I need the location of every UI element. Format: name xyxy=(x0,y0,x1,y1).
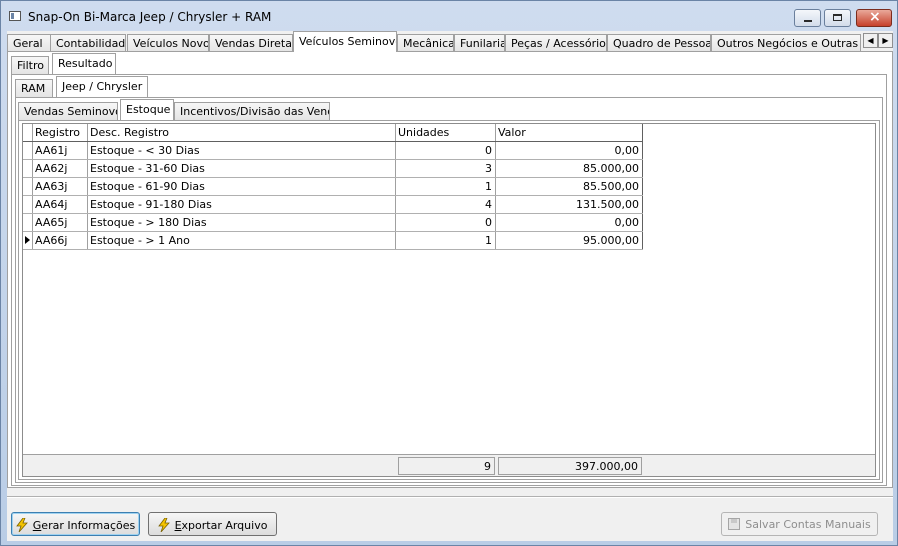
table-row-current[interactable]: AA66j Estoque - > 1 Ano 1 95.000,00 xyxy=(23,232,643,250)
row-indicator[interactable] xyxy=(23,196,33,213)
exportar-mnemonic: E xyxy=(174,519,182,532)
exportar-arquivo-button[interactable]: Exportar Arquivo xyxy=(148,512,277,536)
row-indicator[interactable] xyxy=(23,214,33,231)
chevron-right-icon: ▶ xyxy=(882,36,889,45)
descricao-cell[interactable]: Estoque - > 1 Ano xyxy=(88,232,396,249)
gerar-informacoes-button[interactable]: Gerar Informações xyxy=(11,512,140,536)
tab-mecanica[interactable]: Mecânica xyxy=(397,34,454,52)
descricao-cell[interactable]: Estoque - 91-180 Dias xyxy=(88,196,396,213)
seminovos-panel: Filtro Resultado RAM Jeep / Chrysler Ven… xyxy=(7,51,893,488)
registro-cell[interactable]: AA65j xyxy=(33,214,88,231)
tab-resultado[interactable]: Resultado xyxy=(52,53,116,74)
close-icon: × xyxy=(869,9,881,25)
lightning-bolt-icon xyxy=(157,518,170,532)
tab-jeep-chrysler[interactable]: Jeep / Chrysler xyxy=(56,76,148,97)
unidades-cell[interactable]: 1 xyxy=(396,178,496,195)
total-unidades: 9 xyxy=(398,457,495,475)
tab-pecas-acessorios[interactable]: Peças / Acessórios xyxy=(505,34,607,52)
close-button[interactable]: × xyxy=(856,9,892,27)
tab-veiculos-seminovos[interactable]: Veículos Seminovos xyxy=(293,31,397,52)
save-icon xyxy=(728,518,741,530)
gerar-label: erar Informações xyxy=(41,519,136,532)
tab-estoque[interactable]: Estoque xyxy=(120,99,174,120)
tab-filtro[interactable]: Filtro xyxy=(11,56,49,74)
registro-cell[interactable]: AA61j xyxy=(33,142,88,159)
table-row[interactable]: AA64j Estoque - 91-180 Dias 4 131.500,00 xyxy=(23,196,643,214)
unidades-cell[interactable]: 0 xyxy=(396,142,496,159)
client-area: Geral Contabilidade Veículos Novos Venda… xyxy=(7,31,893,541)
minimize-button[interactable] xyxy=(794,9,821,27)
table-row[interactable]: AA62j Estoque - 31-60 Dias 3 85.000,00 xyxy=(23,160,643,178)
tab-scroll-right-button[interactable]: ▶ xyxy=(878,33,893,48)
app-window: Snap-On Bi-Marca Jeep / Chrysler + RAM ×… xyxy=(0,0,898,546)
row-indicator[interactable] xyxy=(23,232,33,249)
action-bar-separator xyxy=(7,496,893,498)
tab-scroll-left-button[interactable]: ◀ xyxy=(863,33,878,48)
tab-contabilidade[interactable]: Contabilidade xyxy=(50,34,126,52)
window-title: Snap-On Bi-Marca Jeep / Chrysler + RAM xyxy=(28,10,272,24)
unidades-cell[interactable]: 4 xyxy=(396,196,496,213)
registro-cell[interactable]: AA63j xyxy=(33,178,88,195)
unidades-cell[interactable]: 0 xyxy=(396,214,496,231)
valor-cell[interactable]: 85.500,00 xyxy=(496,178,643,195)
valor-cell[interactable]: 0,00 xyxy=(496,214,643,231)
valor-cell[interactable]: 85.000,00 xyxy=(496,160,643,177)
descricao-cell[interactable]: Estoque - 31-60 Dias xyxy=(88,160,396,177)
table-row[interactable]: AA63j Estoque - 61-90 Dias 1 85.500,00 xyxy=(23,178,643,196)
column-header-desc-registro[interactable]: Desc. Registro xyxy=(88,124,396,141)
descricao-cell[interactable]: Estoque - < 30 Dias xyxy=(88,142,396,159)
tab-veiculos-novos[interactable]: Veículos Novos xyxy=(127,34,209,52)
descricao-cell[interactable]: Estoque - > 180 Dias xyxy=(88,214,396,231)
minimize-icon xyxy=(804,20,812,22)
row-indicator-header xyxy=(23,124,33,141)
tab-ram[interactable]: RAM xyxy=(15,79,53,97)
estoque-grid[interactable]: Registro Desc. Registro Unidades Valor A… xyxy=(22,123,876,477)
chevron-left-icon: ◀ xyxy=(867,36,874,45)
exportar-label: xportar Arquivo xyxy=(181,519,268,532)
registro-cell[interactable]: AA66j xyxy=(33,232,88,249)
app-icon xyxy=(9,11,21,21)
unidades-cell[interactable]: 1 xyxy=(396,232,496,249)
valor-cell[interactable]: 0,00 xyxy=(496,142,643,159)
maximize-icon xyxy=(833,14,842,21)
registro-cell[interactable]: AA62j xyxy=(33,160,88,177)
tab-outros-negocios[interactable]: Outros Negócios e Outras Mar xyxy=(711,34,861,52)
tab-funilaria[interactable]: Funilaria xyxy=(454,34,505,52)
column-header-unidades[interactable]: Unidades xyxy=(396,124,496,141)
tab-quadro-de-pessoas[interactable]: Quadro de Pessoas xyxy=(607,34,711,52)
column-header-valor[interactable]: Valor xyxy=(496,124,643,141)
action-bar: Gerar Informações Exportar Arquivo Salva… xyxy=(7,496,893,541)
row-indicator[interactable] xyxy=(23,142,33,159)
valor-cell[interactable]: 95.000,00 xyxy=(496,232,643,249)
salvar-label: Salvar Contas Manuais xyxy=(745,518,871,531)
registro-cell[interactable]: AA64j xyxy=(33,196,88,213)
grid-totals-footer: 9 397.000,00 xyxy=(23,454,875,476)
estoque-panel: Registro Desc. Registro Unidades Valor A… xyxy=(18,120,880,480)
main-tab-strip: Geral Contabilidade Veículos Novos Venda… xyxy=(7,31,893,52)
salvar-contas-manuais-button[interactable]: Salvar Contas Manuais xyxy=(721,512,878,536)
row-indicator[interactable] xyxy=(23,160,33,177)
title-bar[interactable]: Snap-On Bi-Marca Jeep / Chrysler + RAM × xyxy=(1,1,897,31)
tab-geral[interactable]: Geral xyxy=(7,34,51,52)
tab-vendas-seminovos[interactable]: Vendas Seminovos xyxy=(18,102,118,120)
column-header-registro[interactable]: Registro xyxy=(33,124,88,141)
unidades-cell[interactable]: 3 xyxy=(396,160,496,177)
tab-vendas-diretas[interactable]: Vendas Diretas xyxy=(209,34,293,52)
table-row[interactable]: AA61j Estoque - < 30 Dias 0 0,00 xyxy=(23,142,643,160)
lightning-bolt-icon xyxy=(15,518,28,532)
current-row-arrow-icon xyxy=(25,236,30,244)
valor-cell[interactable]: 131.500,00 xyxy=(496,196,643,213)
table-row[interactable]: AA65j Estoque - > 180 Dias 0 0,00 xyxy=(23,214,643,232)
total-valor: 397.000,00 xyxy=(498,457,642,475)
grid-header-row: Registro Desc. Registro Unidades Valor xyxy=(23,124,643,142)
resultado-panel: RAM Jeep / Chrysler Vendas Seminovos Est… xyxy=(11,74,887,486)
descricao-cell[interactable]: Estoque - 61-90 Dias xyxy=(88,178,396,195)
maximize-button[interactable] xyxy=(824,9,851,27)
tab-incentivos-divisao[interactable]: Incentivos/Divisão das Vendas xyxy=(174,102,330,120)
row-indicator[interactable] xyxy=(23,178,33,195)
jeep-chrysler-panel: Vendas Seminovos Estoque Incentivos/Divi… xyxy=(15,97,883,483)
